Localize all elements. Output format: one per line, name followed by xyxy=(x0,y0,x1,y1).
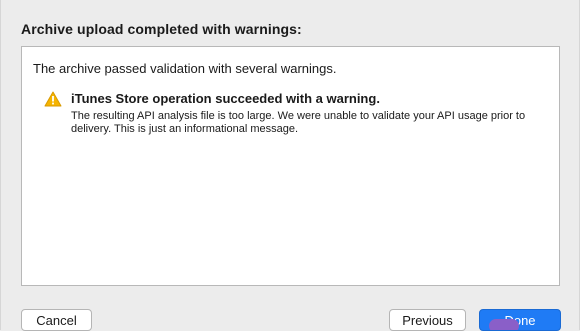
watermark-badge-icon xyxy=(489,319,519,330)
upload-result-dialog: Archive upload completed with warnings: … xyxy=(0,0,580,331)
validation-summary: The archive passed validation with sever… xyxy=(33,61,337,76)
warning-title: iTunes Store operation succeeded with a … xyxy=(71,91,380,106)
warning-message: The resulting API analysis file is too l… xyxy=(71,110,526,135)
dialog-title: Archive upload completed with warnings: xyxy=(21,21,302,37)
warning-triangle-icon xyxy=(44,91,62,107)
cancel-button[interactable]: Cancel xyxy=(21,309,92,331)
previous-button[interactable]: Previous xyxy=(389,309,466,331)
watermark-logo xyxy=(489,315,573,330)
results-panel: The archive passed validation with sever… xyxy=(21,46,560,286)
